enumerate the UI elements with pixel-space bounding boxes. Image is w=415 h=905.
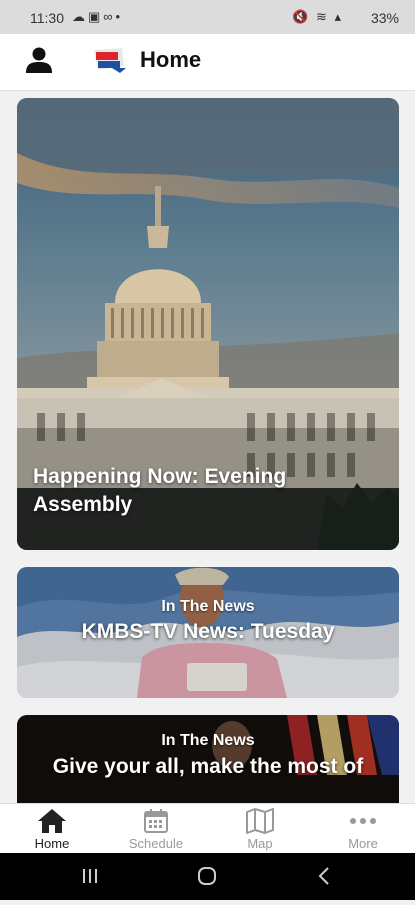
nav-schedule[interactable]: Schedule — [104, 804, 208, 854]
profile-button[interactable] — [25, 46, 53, 74]
nav-home[interactable]: Home — [0, 804, 104, 854]
nav-label: Home — [34, 836, 70, 851]
system-nav-bar — [0, 853, 415, 900]
battery-level: 33% — [370, 10, 399, 26]
nav-label: More — [348, 836, 378, 851]
person-icon — [26, 47, 52, 73]
page-title: Home — [140, 47, 202, 72]
news-card[interactable]: In The News KMBS-TV News: Tuesday — [17, 567, 399, 698]
nav-label: Map — [247, 836, 273, 851]
hero-card[interactable]: Happening Now: Evening Assembly — [17, 98, 399, 550]
system-icons: 🔇 ≋ ▴ — [292, 9, 343, 24]
status-time: 11:30 — [30, 10, 64, 26]
news-card[interactable]: In The News Give your all, make the most… — [17, 715, 399, 803]
recent-apps-button[interactable] — [83, 869, 97, 883]
notification-icons: ☁▣∞• — [72, 9, 124, 24]
app-header: Home — [0, 34, 415, 91]
app-logo — [92, 46, 128, 74]
map-icon — [246, 808, 274, 834]
back-button[interactable] — [318, 867, 329, 885]
calendar-icon — [144, 809, 168, 833]
card-kicker: In The News — [161, 732, 255, 749]
status-bar: 11:30 ☁▣∞• 🔇 ≋ ▴ 33% — [0, 0, 415, 34]
card-kicker: In The News — [161, 598, 255, 615]
home-button[interactable] — [198, 867, 216, 885]
card-title: KMBS-TV News: Tuesday — [81, 620, 335, 643]
nav-label: Schedule — [128, 836, 184, 851]
card-title: Give your all, make the most of — [52, 755, 364, 778]
nav-more[interactable]: More — [311, 804, 415, 854]
more-dots-icon — [350, 818, 376, 824]
news-feed[interactable]: Happening Now: Evening Assembly In The N… — [0, 91, 415, 803]
bottom-navigation: Home Schedule Map More — [0, 803, 415, 854]
home-icon — [38, 809, 66, 833]
nav-map[interactable]: Map — [208, 804, 312, 854]
hero-title: Happening Now: Evening Assembly — [33, 465, 287, 516]
